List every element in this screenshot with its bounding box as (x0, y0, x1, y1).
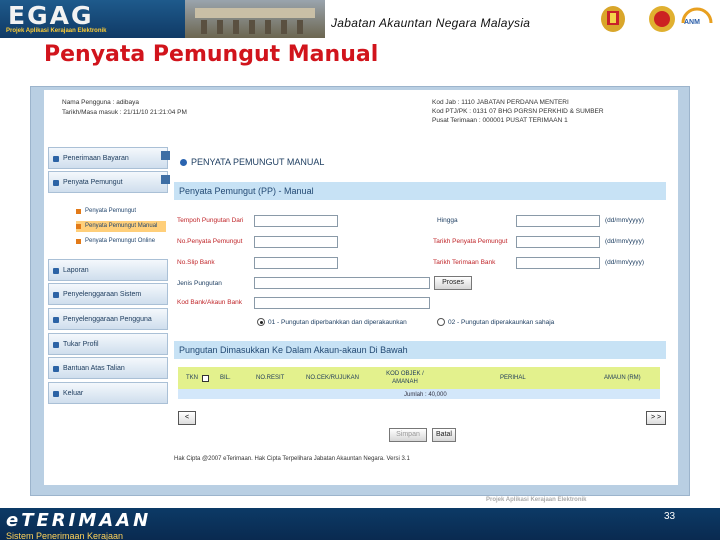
label-tarikh-terimaan: Tarikh Terimaan Bank (433, 259, 496, 266)
radio-diperakaunkan[interactable] (437, 318, 445, 326)
bullet-icon (53, 366, 59, 372)
user-info: Nama Pengguna : adibaya Tarikh/Masa masu… (62, 98, 187, 118)
submenu-penyata-pemungut-online[interactable]: Penyata Pemungut Online (76, 236, 166, 247)
collapse-icon[interactable] (161, 151, 170, 160)
radio-diperbankkan[interactable] (257, 318, 265, 326)
coat-of-arms-icon (649, 6, 675, 32)
copyright-text: Hak Cipta @2007 eTerimaan. Hak Cipta Ter… (174, 456, 410, 462)
department-strip: Jabatan Akauntan Negara Malaysia ANM (325, 0, 720, 38)
footer-project-text: Projek Aplikasi Kerajaan Elektronik (486, 497, 587, 503)
col-no-cek: NO.CEK/RUJUKAN (306, 375, 360, 381)
kod-jab-line: Kod Jab : 1110 JABATAN PERDANA MENTERI (432, 99, 569, 106)
crest-icon (601, 6, 625, 32)
sidebar-item-penyata-pemungut[interactable]: Penyata Pemungut (48, 171, 168, 193)
table-header: TKN BIL. NO.RESIT NO.CEK/RUJUKAN KOD OBJ… (178, 367, 660, 389)
jumlah-total: Jumlah : 40,000 (404, 392, 447, 398)
col-tkn: TKN (186, 375, 198, 381)
input-jenis-pungutan[interactable] (254, 277, 430, 289)
login-time-line: Tarikh/Masa masuk : 21/11/10 21:21:04 PM (62, 109, 187, 116)
date-hint: (dd/mm/yyyy) (605, 217, 644, 224)
sidebar-item-penerimaan-bayaran[interactable]: Penerimaan Bayaran (48, 147, 168, 169)
username-line: Nama Pengguna : adibaya (62, 99, 139, 106)
col-amaun: AMAUN (RM) (604, 375, 641, 381)
label-tarikh-penyata: Tarikh Penyata Pemungut (433, 238, 508, 245)
main-heading: PENYATA PEMUNGUT MANUAL (180, 157, 324, 167)
section-header-akaun: Pungutan Dimasukkan Ke Dalam Akaun-akaun… (174, 341, 666, 359)
bullet-icon (180, 159, 187, 167)
pusat-terimaan-line: Pusat Terimaan : 000001 PUSAT TERIMAAN 1 (432, 117, 568, 124)
department-name: Jabatan Akauntan Negara Malaysia (331, 16, 531, 30)
col-kod-objek: KOD OBJEK / AMANAH (386, 371, 424, 385)
sidebar-item-bantuan[interactable]: Bantuan Atas Talian (48, 357, 168, 379)
egag-logo-block: EGAG Projek Aplikasi Kerajaan Elektronik (0, 0, 185, 38)
bullet-icon (53, 391, 59, 397)
department-info: Kod Jab : 1110 JABATAN PERDANA MENTERI K… (432, 98, 604, 125)
proses-button[interactable]: Proses (434, 276, 472, 290)
label-hingga: Hingga (437, 217, 458, 224)
col-perihal: PERIHAL (500, 375, 526, 381)
bullet-icon (53, 156, 59, 162)
batal-button[interactable]: Batal (432, 428, 456, 442)
bullet-icon (53, 268, 59, 274)
input-hingga[interactable] (516, 215, 600, 227)
bullet-icon (53, 292, 59, 298)
simpan-button[interactable]: Simpan (389, 428, 427, 442)
folder-icon (76, 209, 81, 214)
folder-icon (76, 224, 81, 229)
sidebar-item-penyelenggaraan-sistem[interactable]: Penyelenggaraan Sistem (48, 283, 168, 305)
anm-label: ANM (684, 19, 700, 26)
label-jenis-pungutan: Jenis Pungutan (177, 280, 222, 287)
radio-diperbankkan-label: 01 - Pungutan diperbankkan dan diperakau… (268, 319, 407, 326)
submenu-penyata-pemungut-manual[interactable]: Penyata Pemungut Manual (76, 221, 166, 232)
input-tarikh-terimaan[interactable] (516, 257, 600, 269)
sidebar-item-keluar[interactable]: Keluar (48, 382, 168, 404)
submenu-penyata-pemungut[interactable]: Penyata Pemungut (76, 206, 166, 217)
label-tempoh-dari: Tempoh Pungutan Dari (177, 217, 244, 224)
footer-bar: eTERIMAAN Sistem Penerimaan Kerajaan (0, 508, 720, 540)
label-no-penyata: No.Penyata Pemungut (177, 238, 243, 245)
egag-logo: EGAG (8, 1, 94, 30)
select-all-checkbox[interactable] (202, 375, 209, 382)
folder-icon (76, 239, 81, 244)
date-hint: (dd/mm/yyyy) (605, 238, 644, 245)
input-tarikh-penyata[interactable] (516, 236, 600, 248)
sidebar-item-laporan[interactable]: Laporan (48, 259, 168, 281)
input-tempoh-dari[interactable] (254, 215, 338, 227)
input-no-penyata[interactable] (254, 236, 338, 248)
bullet-icon (53, 342, 59, 348)
top-banner: EGAG Projek Aplikasi Kerajaan Elektronik… (0, 0, 720, 38)
radio-diperakaunkan-label: 02 - Pungutan diperakaunkan sahaja (448, 319, 555, 326)
col-bil: BIL. (220, 375, 231, 381)
section-header-pp: Penyata Pemungut (PP) - Manual (174, 182, 666, 200)
eterimaan-subtitle: Sistem Penerimaan Kerajaan (6, 531, 124, 540)
pager-prev-button[interactable]: < (178, 411, 196, 425)
sidebar-item-penyelenggaraan-pengguna[interactable]: Penyelenggaraan Pengguna (48, 308, 168, 330)
slide-number: 33 (664, 511, 676, 522)
page-title: Penyata Pemungut Manual (44, 42, 379, 67)
label-kod-bank: Kod Bank/Akaun Bank (177, 299, 243, 306)
building-image (185, 0, 325, 38)
col-no-resit: NO.RESIT (256, 375, 285, 381)
sidebar-item-tukar-profil[interactable]: Tukar Profil (48, 333, 168, 355)
slide: EGAG Projek Aplikasi Kerajaan Elektronik… (0, 0, 720, 540)
pager-next-button[interactable]: > > (646, 411, 666, 425)
egag-subtitle: Projek Aplikasi Kerajaan Elektronik (6, 28, 107, 34)
bullet-icon (53, 317, 59, 323)
kod-ptj-line: Kod PTJ/PK : 0131 07 BHG PGRSN PERKHID &… (432, 108, 604, 115)
collapse-icon[interactable] (161, 175, 170, 184)
input-no-slip-bank[interactable] (254, 257, 338, 269)
label-no-slip-bank: No.Slip Bank (177, 259, 215, 266)
anm-logo: ANM (680, 3, 714, 35)
bullet-icon (53, 180, 59, 186)
eterimaan-logo: eTERIMAAN (6, 510, 152, 531)
date-hint: (dd/mm/yyyy) (605, 259, 644, 266)
input-kod-bank[interactable] (254, 297, 430, 309)
